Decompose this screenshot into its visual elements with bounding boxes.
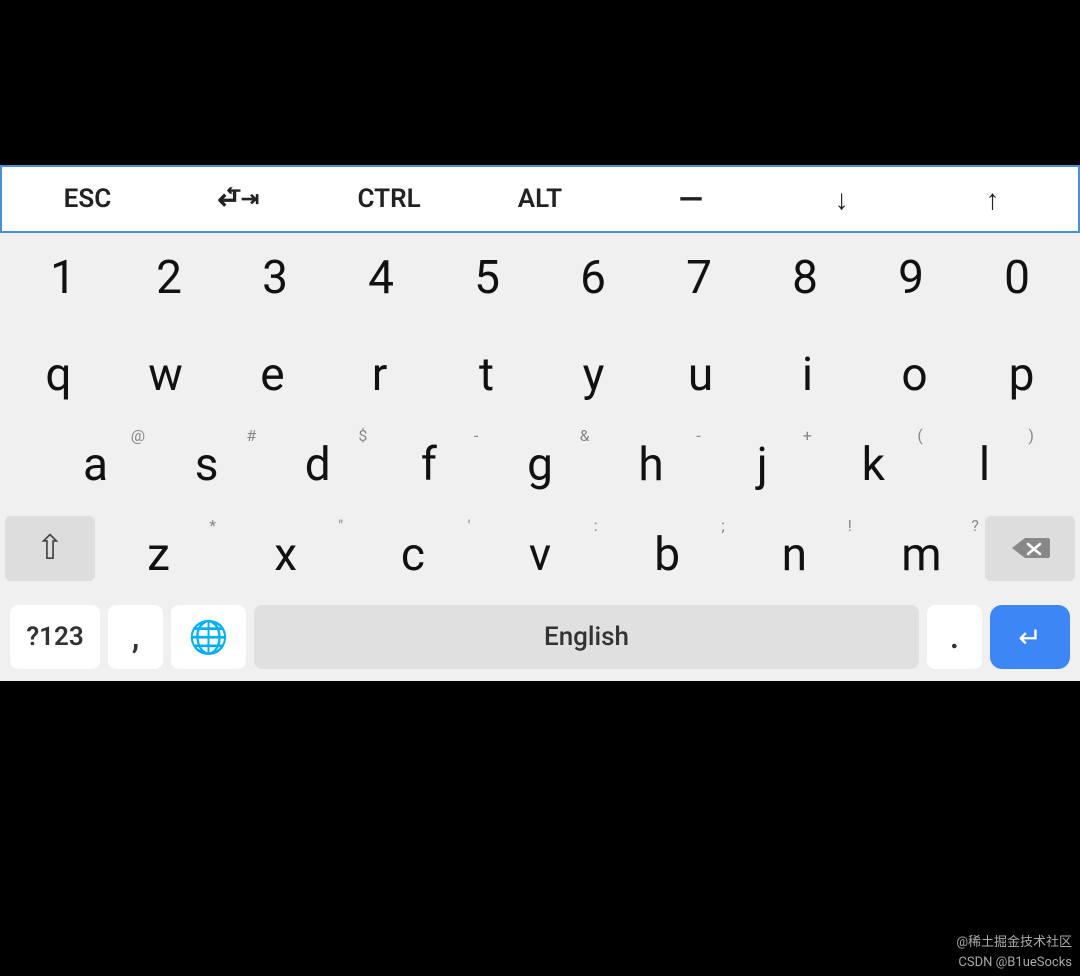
key-1[interactable]: 1 — [10, 238, 116, 318]
key-s[interactable]: # s — [151, 418, 262, 498]
key-b[interactable]: ; b — [604, 508, 731, 588]
backspace-key[interactable] — [985, 516, 1075, 581]
key-w[interactable]: w — [112, 328, 219, 408]
function-row: ?123 , 🌐 English . ↵ — [0, 593, 1080, 681]
esc-key[interactable]: ESC — [47, 173, 127, 225]
key-5[interactable]: 5 — [434, 238, 540, 318]
alt-key[interactable]: ALT — [500, 173, 580, 225]
ctrl-key[interactable]: CTRL — [349, 173, 429, 225]
enter-key[interactable]: ↵ — [990, 605, 1070, 669]
key-a[interactable]: @ a — [40, 418, 151, 498]
key-9[interactable]: 9 — [858, 238, 964, 318]
key-r[interactable]: r — [326, 328, 433, 408]
key-o[interactable]: o — [861, 328, 968, 408]
key-8[interactable]: 8 — [752, 238, 858, 318]
key-0[interactable]: 0 — [964, 238, 1070, 318]
key-h[interactable]: - h — [596, 418, 707, 498]
key-l[interactable]: ) l — [929, 418, 1040, 498]
watermark: @稀土掘金技术社区 CSDN @B1ueSocks — [956, 933, 1072, 972]
key-p[interactable]: p — [968, 328, 1075, 408]
key-e[interactable]: e — [219, 328, 326, 408]
key-j[interactable]: + j — [707, 418, 818, 498]
asdf-row: @ a # s $ d - f & g - h + j ( k — [0, 413, 1080, 503]
key-t[interactable]: t — [433, 328, 540, 408]
key-7[interactable]: 7 — [646, 238, 752, 318]
key-u[interactable]: u — [647, 328, 754, 408]
globe-icon: 🌐 — [189, 618, 229, 656]
key-v[interactable]: : v — [476, 508, 603, 588]
comma-key[interactable]: , — [108, 605, 163, 669]
key-c[interactable]: ' c — [349, 508, 476, 588]
key-6[interactable]: 6 — [540, 238, 646, 318]
arrow-up-key[interactable]: ↑ — [952, 173, 1032, 225]
top-black-area — [0, 0, 1080, 165]
key-i[interactable]: i — [754, 328, 861, 408]
num-sym-key[interactable]: ?123 — [10, 605, 100, 669]
dash-key[interactable]: — — [651, 173, 731, 225]
key-g[interactable]: & g — [484, 418, 595, 498]
key-x[interactable]: " x — [222, 508, 349, 588]
key-3[interactable]: 3 — [222, 238, 328, 318]
enter-icon: ↵ — [1018, 621, 1041, 654]
key-y[interactable]: y — [540, 328, 647, 408]
tab-key[interactable]: ↵⃖ ⇥ — [198, 173, 278, 225]
keyboard-wrapper: ESC ↵⃖ ⇥ CTRL ALT — ↓ ↑ 1 2 3 4 5 6 7 8 … — [0, 165, 1080, 681]
key-4[interactable]: 4 — [328, 238, 434, 318]
key-2[interactable]: 2 — [116, 238, 222, 318]
period-key[interactable]: . — [927, 605, 982, 669]
number-row: 1 2 3 4 5 6 7 8 9 0 — [0, 233, 1080, 323]
key-d[interactable]: $ d — [262, 418, 373, 498]
arrow-down-key[interactable]: ↓ — [802, 173, 882, 225]
backspace-icon — [1010, 534, 1050, 562]
globe-key[interactable]: 🌐 — [171, 605, 246, 669]
special-keys-row: ESC ↵⃖ ⇥ CTRL ALT — ↓ ↑ — [0, 165, 1080, 233]
key-q[interactable]: q — [5, 328, 112, 408]
zxcv-row: ⇧ * z " x ' c : v ; b ! n ? m — [0, 503, 1080, 593]
key-k[interactable]: ( k — [818, 418, 929, 498]
space-key[interactable]: English — [254, 605, 919, 669]
key-n[interactable]: ! n — [731, 508, 858, 588]
key-m[interactable]: ? m — [858, 508, 985, 588]
key-z[interactable]: * z — [95, 508, 222, 588]
qwerty-row: q w e r t y u i o p — [0, 323, 1080, 413]
shift-key[interactable]: ⇧ — [5, 516, 95, 581]
key-f[interactable]: - f — [373, 418, 484, 498]
